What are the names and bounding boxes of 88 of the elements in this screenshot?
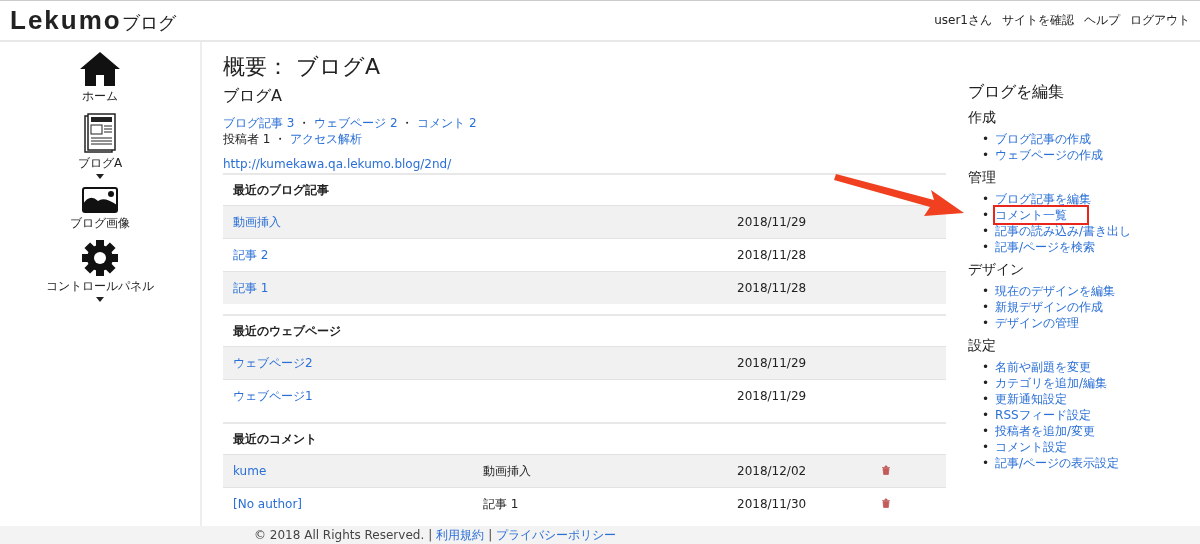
group-heading: デザイン (968, 261, 1025, 279)
highlighted-menu-link[interactable]: コメント一覧 (995, 207, 1088, 223)
item-link[interactable]: ウェブページ1 (233, 388, 313, 403)
stat-link[interactable]: ブログ記事 3 (223, 116, 295, 130)
date-text: 2018/11/29 (737, 215, 808, 229)
separator: | (428, 528, 433, 542)
date-text: 2018/11/29 (737, 356, 808, 370)
menu-link[interactable]: ウェブページの作成 (995, 147, 1104, 163)
bullet: • (982, 359, 990, 375)
item-link[interactable]: kume (233, 464, 267, 478)
stat-link[interactable]: コメント 2 (417, 116, 477, 130)
panel-title: ブログを編集 (968, 82, 1065, 103)
menu-link[interactable]: 記事の読み込み/書き出し (995, 223, 1132, 239)
menu-link[interactable]: デザインの管理 (995, 315, 1080, 331)
header-link[interactable]: user1さん (934, 12, 992, 29)
entry-title: 記事 1 (483, 496, 519, 511)
separator-dot: ・ (297, 116, 312, 130)
date-text: 2018/12/02 (737, 464, 808, 478)
menu-link[interactable]: ブログ記事を編集 (995, 191, 1092, 207)
header-link[interactable]: ヘルプ (1084, 12, 1120, 29)
group-heading: 作成 (968, 109, 997, 127)
sidebar-item[interactable]: ブログA (77, 113, 123, 179)
logo-suffix: ブログ (121, 11, 176, 35)
bullet: • (982, 315, 990, 331)
separator-dot: ・ (400, 116, 415, 130)
bullet: • (982, 407, 990, 423)
sidebar-item[interactable]: ブログ画像 (70, 187, 130, 232)
menu-link[interactable]: RSSフィード設定 (995, 407, 1091, 423)
gear-icon (82, 240, 118, 276)
bullet: • (982, 375, 990, 391)
image-icon (82, 187, 118, 213)
sidebar-item[interactable]: ホーム (80, 52, 120, 105)
footer-link[interactable]: 利用規約 (436, 526, 485, 544)
item-link[interactable]: 記事 1 (233, 280, 269, 295)
bullet: • (982, 455, 990, 471)
menu-link[interactable]: 記事/ページの表示設定 (995, 455, 1120, 471)
bullet: • (982, 391, 990, 407)
group-heading: 管理 (968, 169, 997, 187)
separator-dot: ・ (273, 132, 288, 146)
copyright-text: © 2018 All Rights Reserved. (254, 528, 425, 542)
logo: Lekumo (10, 5, 122, 36)
date-text: 2018/11/30 (737, 497, 808, 511)
separator: | (488, 528, 493, 542)
bullet: • (982, 207, 990, 223)
footer-link[interactable]: プライバシーポリシー (496, 526, 617, 544)
menu-link[interactable]: コメント設定 (995, 439, 1068, 455)
section-heading: 最近のウェブページ (233, 322, 341, 340)
page-title: 概要： ブログA (223, 53, 382, 81)
menu-link[interactable]: 現在のデザインを編集 (995, 283, 1116, 299)
date-text: 2018/11/28 (737, 281, 808, 295)
trash-icon[interactable] (881, 465, 891, 475)
menu-link[interactable]: 新規デザインの作成 (995, 299, 1104, 315)
menu-link[interactable]: 投稿者を追加/変更 (995, 423, 1096, 439)
bullet: • (982, 191, 990, 207)
bullet: • (982, 147, 990, 163)
entry-title: 動画挿入 (483, 463, 531, 478)
bullet: • (982, 423, 990, 439)
bullet: • (982, 223, 990, 239)
menu-link[interactable]: 名前や副題を変更 (995, 359, 1092, 375)
item-link[interactable]: ウェブページ2 (233, 355, 313, 370)
bullet: • (982, 439, 990, 455)
header-link[interactable]: サイトを確認 (1002, 12, 1074, 29)
sidebar-item[interactable]: コントロールパネル (46, 240, 154, 302)
menu-link[interactable]: ブログ記事の作成 (995, 131, 1092, 147)
section-heading: 最近のブログ記事 (233, 181, 329, 199)
section-heading: 最近のコメント (233, 430, 317, 448)
bullet: • (982, 239, 990, 255)
date-text: 2018/11/29 (737, 389, 808, 403)
menu-link[interactable]: カテゴリを追加/編集 (995, 375, 1108, 391)
item-link[interactable]: [No author] (233, 497, 303, 511)
blog-name: ブログA (223, 86, 283, 107)
group-heading: 設定 (968, 337, 997, 355)
bullet: • (982, 131, 990, 147)
menu-link[interactable]: 更新通知設定 (995, 391, 1068, 407)
date-text: 2018/11/28 (737, 248, 808, 262)
item-link[interactable]: 動画挿入 (233, 214, 281, 229)
trash-icon[interactable] (881, 498, 891, 508)
menu-link[interactable]: 記事/ページを検索 (995, 239, 1096, 255)
home-icon (80, 52, 120, 86)
stat-link[interactable]: アクセス解析 (290, 132, 363, 146)
header-link[interactable]: ログアウト (1130, 12, 1190, 29)
blog-url-link[interactable]: http://kumekawa.qa.lekumo.blog/2nd/ (223, 157, 452, 171)
stat-link[interactable]: ウェブページ 2 (314, 116, 398, 130)
stat-text: 投稿者 1 (223, 132, 271, 146)
bullet: • (982, 299, 990, 315)
item-link[interactable]: 記事 2 (233, 247, 269, 262)
bullet: • (982, 283, 990, 299)
document-icon (84, 113, 116, 153)
